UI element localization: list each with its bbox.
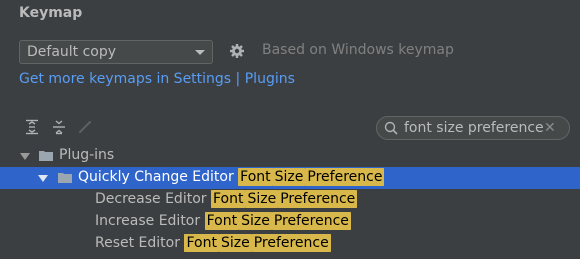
action-name: Increase Editor	[95, 213, 201, 229]
expand-arrow-icon[interactable]	[38, 175, 48, 182]
search-match: Size	[272, 168, 306, 186]
search-match: Font	[204, 212, 240, 230]
folder-icon	[39, 151, 53, 161]
search-match: Size	[239, 212, 272, 230]
keymap-tree: Plug-ins Quickly Change Editor Font Size P…	[0, 145, 580, 255]
action-label: Decrease Editor Font Size Preference	[95, 190, 358, 208]
keymap-select[interactable]: Default copy	[19, 40, 213, 64]
collapse-all-icon[interactable]	[51, 119, 67, 135]
search-input[interactable]	[399, 120, 544, 136]
based-on-label: Based on Windows keymap	[262, 42, 454, 58]
search-field[interactable]: ✕	[376, 116, 570, 140]
gear-icon[interactable]	[229, 43, 245, 59]
action-name: Quickly Change Editor	[78, 169, 234, 185]
search-match: Preference	[271, 212, 351, 230]
chevron-down-icon	[195, 49, 205, 55]
keymap-select-value: Default copy	[27, 44, 117, 60]
plugins-link[interactable]: Plugins	[245, 71, 295, 87]
search-match: Preference	[305, 168, 385, 186]
action-label: Reset Editor Font Size Preference	[95, 234, 331, 252]
folder-icon	[58, 173, 72, 183]
get-more-keymaps: Get more keymaps in Settings | Plugins	[19, 71, 295, 87]
tree-node-plugins[interactable]: Plug-ins	[0, 145, 580, 167]
expand-arrow-icon[interactable]	[20, 153, 30, 160]
clear-search-icon[interactable]: ✕	[544, 120, 564, 136]
settings-link[interactable]: Get more keymaps in Settings	[19, 71, 231, 87]
tree-node-quickly-change-editor[interactable]: Quickly Change Editor Font Size Preference	[0, 167, 580, 189]
action-name: Reset Editor	[95, 235, 180, 251]
action-name: Decrease Editor	[95, 191, 207, 207]
tree-node-label: Plug-ins	[59, 147, 115, 163]
action-decrease-editor-font-size[interactable]: Decrease Editor Font Size Preference	[0, 189, 580, 211]
edit-shortcut-icon[interactable]	[77, 119, 93, 135]
search-match: Size	[245, 190, 279, 208]
search-match: Font	[238, 168, 273, 186]
action-reset-editor-font-size[interactable]: Reset Editor Font Size Preference	[0, 233, 580, 255]
search-match: Preference	[251, 234, 331, 252]
expand-all-icon[interactable]	[24, 119, 40, 135]
action-increase-editor-font-size[interactable]: Increase Editor Font Size Preference	[0, 211, 580, 233]
search-match: Preference	[278, 190, 358, 208]
page-title: Keymap	[19, 5, 83, 21]
link-separator: |	[231, 71, 245, 87]
search-match: Font	[184, 234, 219, 252]
search-icon	[384, 121, 398, 135]
action-label: Increase Editor Font Size Preference	[95, 212, 351, 230]
tree-node-label: Quickly Change Editor Font Size Preference	[78, 168, 385, 186]
search-match: Size	[218, 234, 252, 252]
search-match: Font	[210, 190, 246, 208]
